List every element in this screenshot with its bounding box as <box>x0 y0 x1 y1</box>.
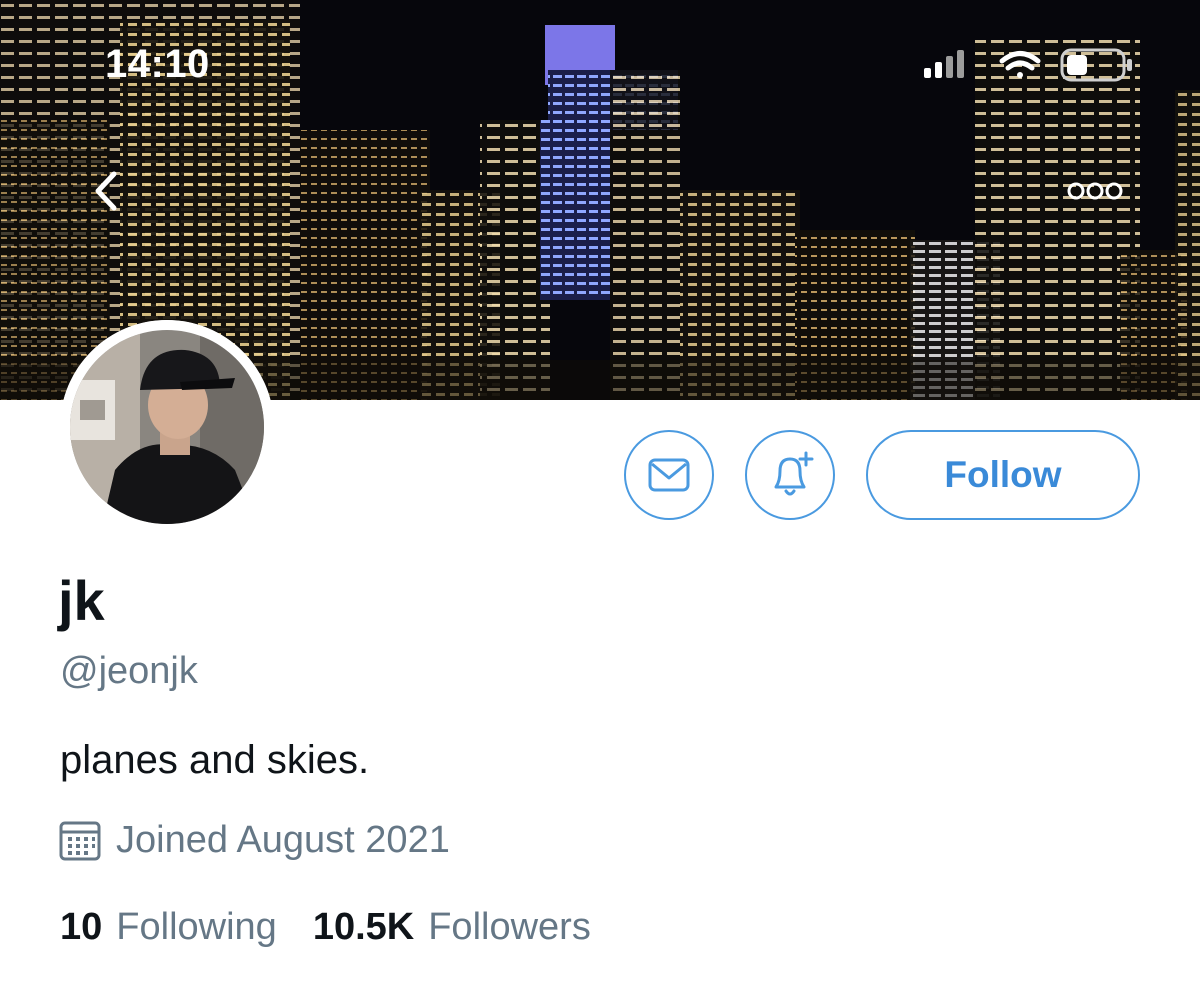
following-label: Following <box>116 906 277 948</box>
signal-icon <box>924 50 964 78</box>
followers-label: Followers <box>428 906 591 948</box>
following-link[interactable]: 10 Following <box>60 906 277 949</box>
joined-date: Joined August 2021 <box>58 818 450 862</box>
more-options-button[interactable] <box>1062 172 1128 210</box>
follow-counts: 10 Following 10.5K Followers <box>60 906 591 949</box>
avatar[interactable] <box>60 320 274 534</box>
notify-button[interactable] <box>745 430 835 520</box>
joined-text: Joined August 2021 <box>116 818 450 861</box>
calendar-icon <box>59 821 101 861</box>
status-icons <box>924 46 1134 86</box>
username-handle: @jeonjk <box>60 650 198 692</box>
message-button[interactable] <box>624 430 714 520</box>
wifi-icon <box>999 51 1041 78</box>
followers-link[interactable]: 10.5K Followers <box>313 906 591 949</box>
envelope-icon <box>648 458 690 492</box>
followers-count: 10.5K <box>312 906 415 948</box>
bell-plus-icon <box>774 451 814 496</box>
chevron-left-icon <box>95 171 117 211</box>
battery-icon <box>1060 48 1132 82</box>
back-button[interactable] <box>80 160 140 220</box>
follow-button[interactable]: Follow <box>866 430 1140 520</box>
bio-text: planes and skies. <box>60 738 370 782</box>
following-count: 10 <box>60 906 103 948</box>
display-name: jk <box>58 569 105 632</box>
status-time: 14:10 <box>105 42 210 86</box>
more-horizontal-icon <box>1067 182 1123 200</box>
avatar-image <box>60 320 274 534</box>
